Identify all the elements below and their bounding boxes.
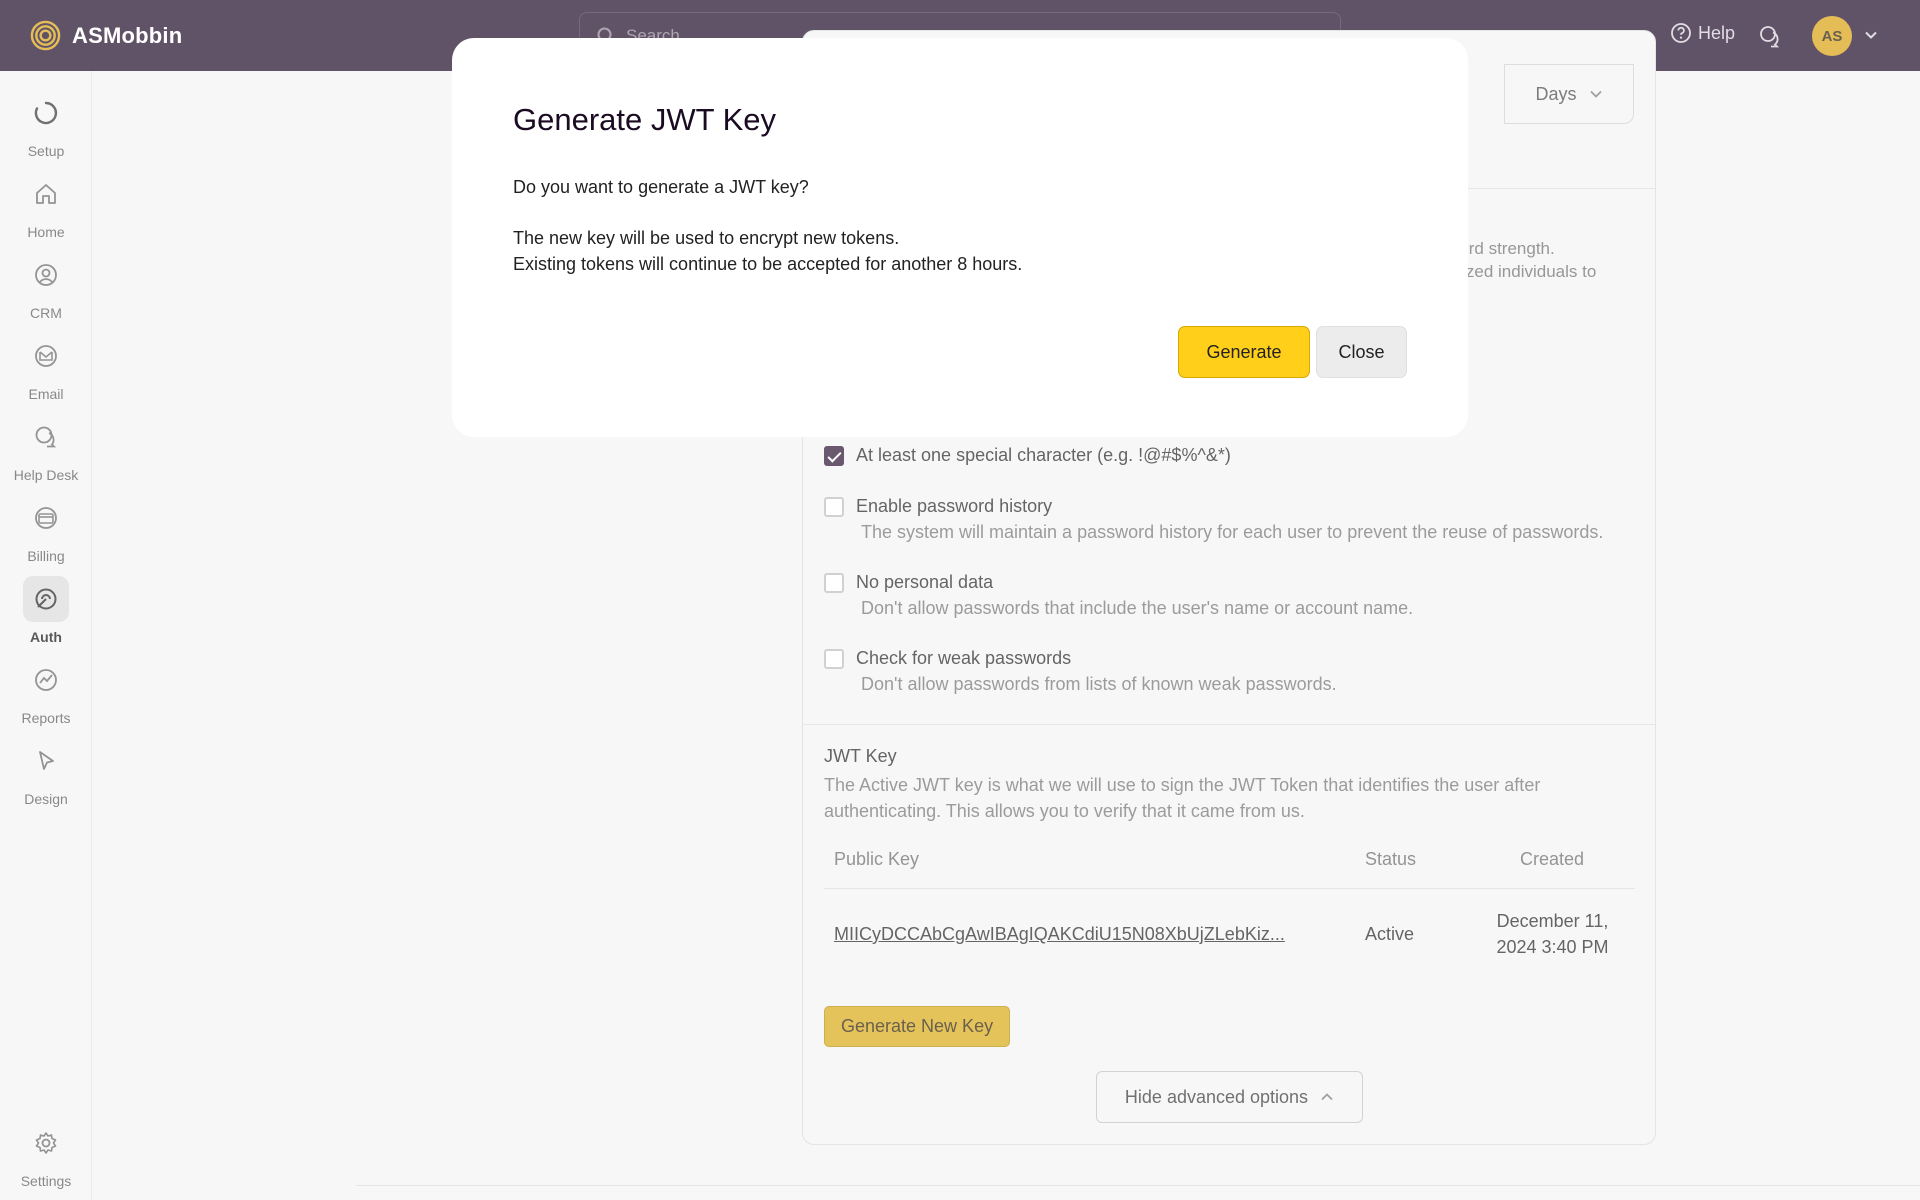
close-button[interactable]: Close	[1316, 326, 1407, 378]
generate-button[interactable]: Generate	[1178, 326, 1310, 378]
modal-question: Do you want to generate a JWT key?	[513, 177, 809, 197]
generate-jwt-modal: Generate JWT Key Do you want to generate…	[452, 38, 1468, 437]
modal-title: Generate JWT Key	[513, 102, 777, 137]
modal-body: Do you want to generate a JWT key? The n…	[513, 174, 1022, 277]
modal-line-1: The new key will be used to encrypt new …	[513, 228, 900, 248]
modal-line-2: Existing tokens will continue to be acce…	[513, 254, 1023, 274]
